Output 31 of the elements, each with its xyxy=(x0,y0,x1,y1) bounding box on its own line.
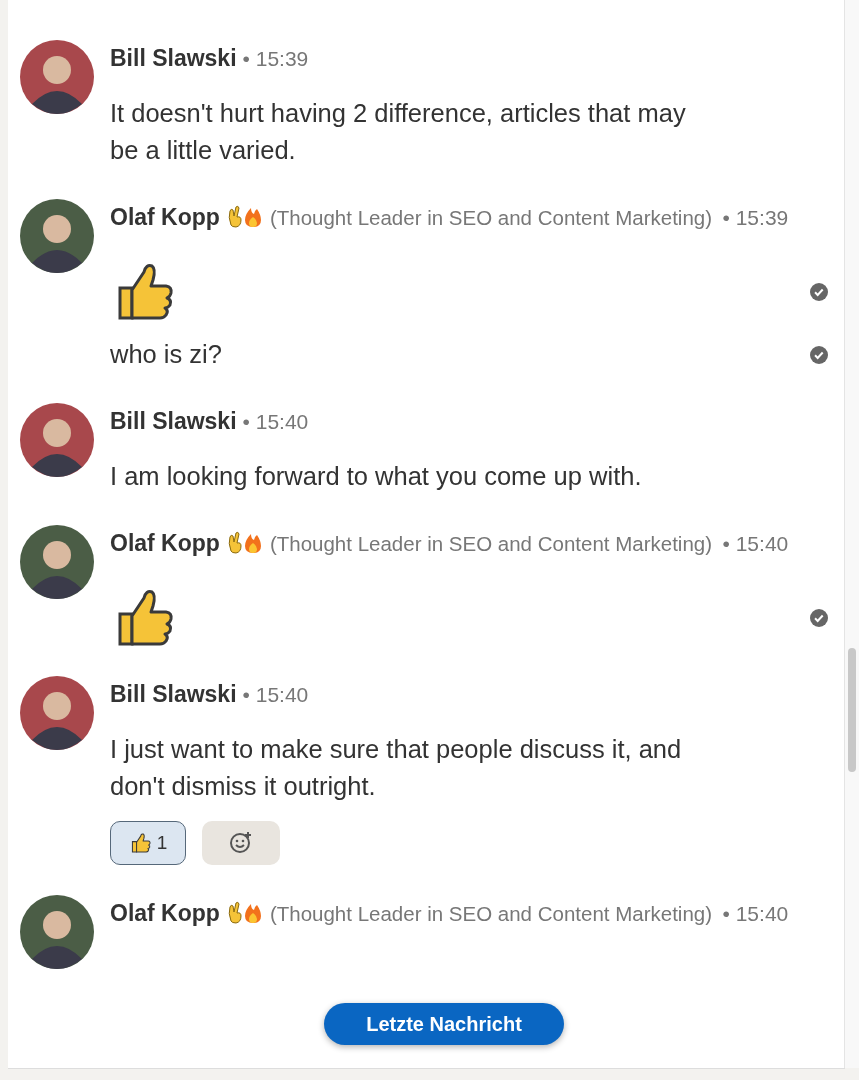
avatar[interactable] xyxy=(20,525,94,599)
author-headline: (Thought Leader in SEO and Content Marketing) xyxy=(269,206,713,229)
avatar[interactable] xyxy=(20,40,94,114)
message-time: • 15:40 xyxy=(242,683,309,706)
reaction-button[interactable]: 1 xyxy=(110,821,186,865)
message-time: • 15:40 xyxy=(722,902,789,925)
scrollbar-thumb[interactable] xyxy=(848,648,856,772)
avatar[interactable] xyxy=(20,403,94,477)
scrollbar[interactable] xyxy=(844,0,859,1068)
author-name[interactable]: Bill Slawski xyxy=(110,681,237,707)
avatar[interactable] xyxy=(20,895,94,969)
author-headline: (Thought Leader in SEO and Content Marketing) xyxy=(269,902,713,925)
message-text: It doesn't hurt having 2 difference, articles that may be a little varied. xyxy=(110,98,686,166)
add-emoji-icon xyxy=(229,831,253,855)
avatar[interactable] xyxy=(20,676,94,750)
message-text: I am looking forward to what you come up with. xyxy=(110,461,642,492)
message-time: • 15:39 xyxy=(722,206,789,229)
author-headline: (Thought Leader in SEO and Content Marketing) xyxy=(269,532,713,555)
message-time: • 15:40 xyxy=(242,410,309,433)
author-name[interactable]: Bill Slawski xyxy=(110,45,237,71)
author-name[interactable]: Olaf Kopp xyxy=(110,900,220,926)
author-name[interactable]: Olaf Kopp xyxy=(110,530,220,556)
avatar[interactable] xyxy=(20,199,94,273)
author-name[interactable]: Olaf Kopp xyxy=(110,204,220,230)
message-time: • 15:40 xyxy=(722,532,789,555)
message-text: who is zi? xyxy=(110,339,222,370)
message-time: • 15:39 xyxy=(242,47,309,70)
author-name[interactable]: Bill Slawski xyxy=(110,408,237,434)
latest-message-button[interactable]: Letzte Nachricht xyxy=(324,1003,564,1045)
message-text: I just want to make sure that people discuss it, and don't dismiss it outright. xyxy=(110,734,682,802)
add-reaction-button[interactable] xyxy=(202,821,280,865)
